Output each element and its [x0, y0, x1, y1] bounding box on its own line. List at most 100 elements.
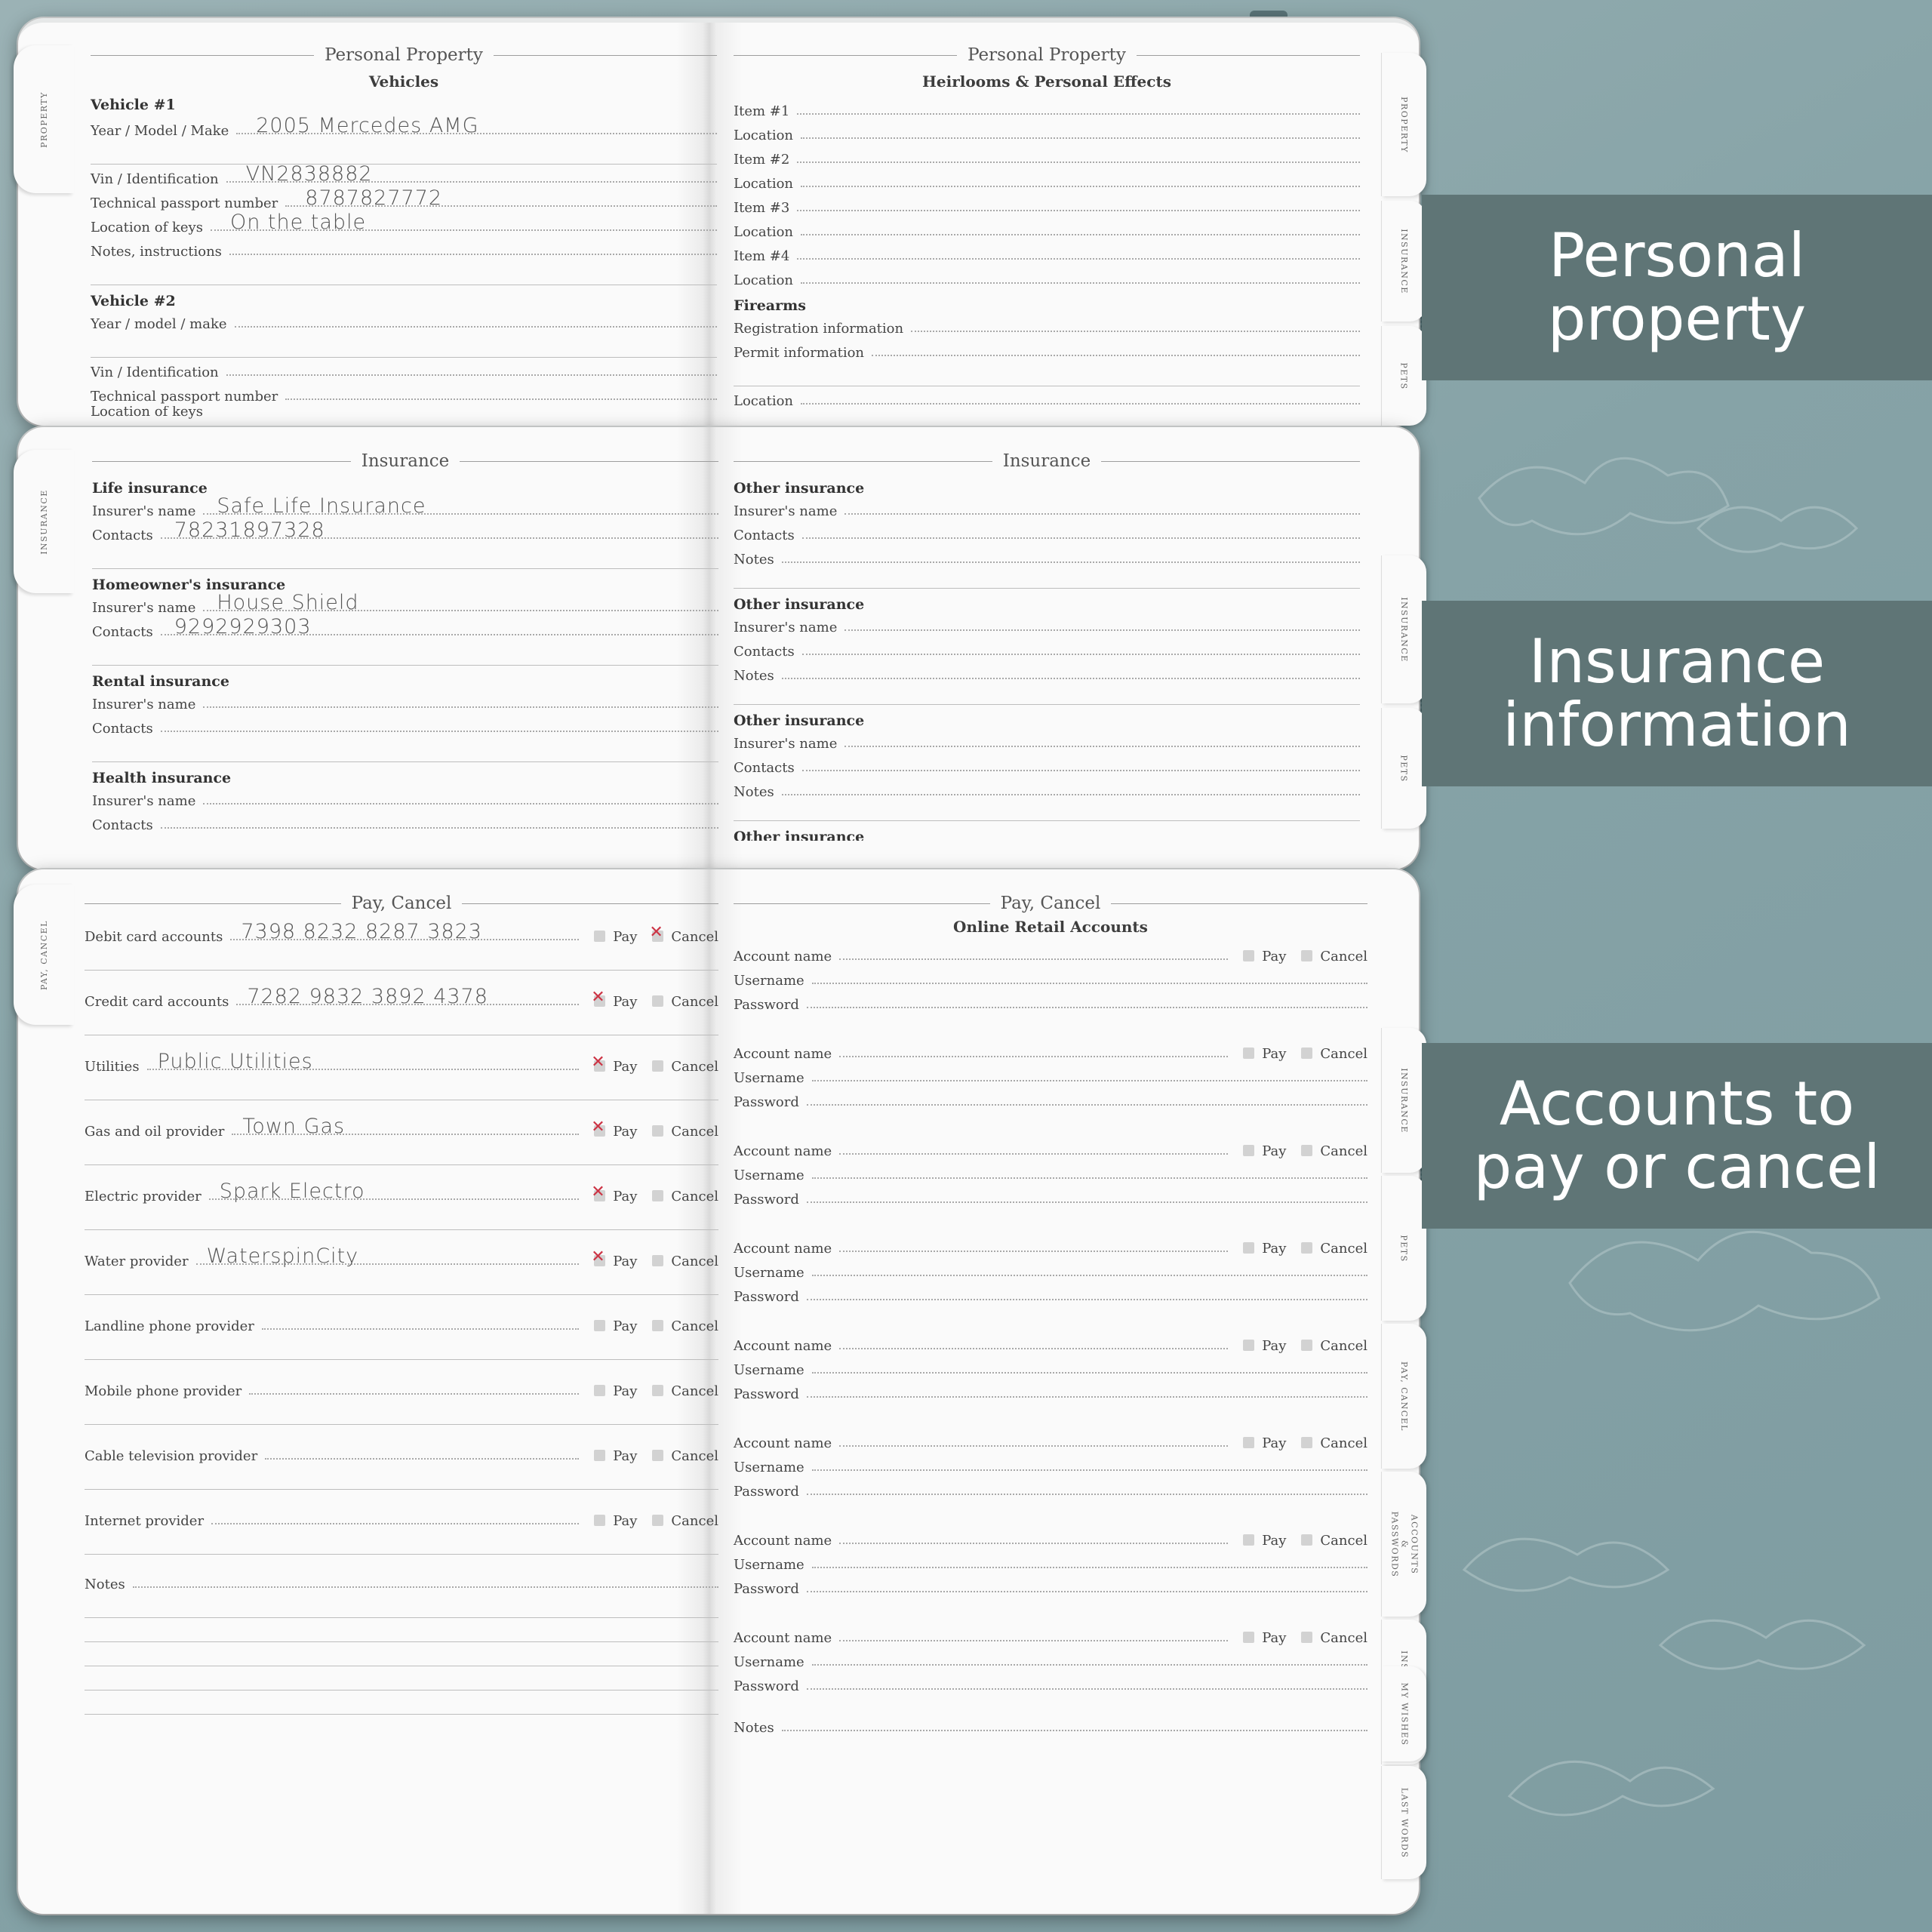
blank-line[interactable] [734, 569, 1360, 589]
cancel-checkbox[interactable] [652, 1450, 664, 1461]
tab-pets[interactable]: PETS [1381, 708, 1426, 829]
tab-my-wishes[interactable]: MY WISHES [1381, 1666, 1426, 1761]
blank-line[interactable] [91, 140, 717, 165]
account-name-field[interactable]: Account name Pay Cancel [734, 1429, 1367, 1453]
life-insurer-field[interactable]: Insurer's name Safe Life Insurance [92, 494, 718, 521]
pay-checkbox[interactable] [594, 1320, 606, 1331]
account-name-field[interactable]: Account name Pay Cancel [734, 1039, 1367, 1063]
pay-cancel-row[interactable]: Mobile phone provider Pay Cancel [85, 1377, 718, 1401]
blank-line[interactable] [734, 685, 1360, 705]
tab-pets[interactable]: PETS [1381, 326, 1426, 426]
item-2-field[interactable]: Item #2 [734, 145, 1360, 169]
vehicle-2-passport-field[interactable]: Technical passport number [91, 382, 717, 406]
password-field[interactable]: Password [734, 1672, 1367, 1696]
other-2-notes-field[interactable]: Notes [734, 661, 1360, 685]
tab-pets[interactable]: PETS [1381, 1176, 1426, 1321]
pay-cancel-row[interactable]: Water providerWaterspinCityPayCancel [85, 1244, 718, 1271]
pay-checkbox[interactable] [1243, 1242, 1255, 1254]
vehicle-2-vin-field[interactable]: Vin / Identification [91, 358, 717, 382]
cancel-checkbox[interactable] [652, 1320, 664, 1331]
other-2-insurer-field[interactable]: Insurer's name [734, 613, 1360, 637]
password-field[interactable]: Password [734, 1088, 1367, 1112]
notes-field[interactable]: Notes [734, 1713, 1367, 1737]
vehicle-2-keys-field[interactable]: Location of keys [91, 406, 717, 421]
password-field[interactable]: Password [734, 990, 1367, 1014]
pay-cancel-row[interactable]: Gas and oil providerTown GasPayCancel [85, 1115, 718, 1141]
tab-property[interactable]: PROPERTY [1381, 53, 1426, 196]
blank-line[interactable] [85, 1618, 718, 1642]
tab-accounts-passwords[interactable]: ACCOUNTS & PASSWORDS [1381, 1472, 1426, 1617]
password-field[interactable]: Password [734, 1282, 1367, 1306]
blank-line[interactable] [92, 641, 718, 666]
blank-line[interactable] [734, 801, 1360, 821]
cancel-checkbox[interactable] [1301, 1048, 1313, 1059]
account-name-field[interactable]: Account name Pay Cancel [734, 1623, 1367, 1647]
cancel-checkbox[interactable] [652, 1125, 664, 1137]
item-3-location-field[interactable]: Location [734, 217, 1360, 242]
tab-insurance[interactable]: INSURANCE [1381, 1028, 1426, 1173]
vehicle-2-year-field[interactable]: Year / model / make [91, 309, 717, 334]
cancel-checkbox[interactable] [652, 1060, 664, 1072]
username-field[interactable]: Username [734, 966, 1367, 990]
health-insurer-field[interactable]: Insurer's name [92, 786, 718, 811]
cancel-checkbox[interactable] [652, 1385, 664, 1396]
pay-checkbox[interactable] [594, 1385, 606, 1396]
cancel-checkbox[interactable] [1301, 1437, 1313, 1448]
pay-checkbox[interactable] [1243, 950, 1255, 961]
rental-contacts-field[interactable]: Contacts [92, 714, 718, 738]
username-field[interactable]: Username [734, 1355, 1367, 1380]
tab-property-left[interactable]: PROPERTY [14, 45, 74, 193]
firearms-location-field[interactable]: Location [734, 386, 1360, 411]
other-3-contacts-field[interactable]: Contacts [734, 753, 1360, 777]
account-name-field[interactable]: Account name Pay Cancel [734, 1234, 1367, 1258]
pay-checkbox[interactable] [591, 1053, 606, 1072]
blank-line[interactable] [85, 1271, 718, 1295]
blank-line[interactable] [85, 1690, 718, 1715]
cancel-checkbox[interactable] [1301, 950, 1313, 961]
vehicle-1-keys-field[interactable]: Location of keys On the table [91, 211, 717, 237]
pay-cancel-row[interactable]: Landline phone provider Pay Cancel [85, 1312, 718, 1336]
blank-line[interactable] [85, 1336, 718, 1360]
blank-line[interactable] [85, 1076, 718, 1100]
other-1-notes-field[interactable]: Notes [734, 545, 1360, 569]
item-4-field[interactable]: Item #4 [734, 242, 1360, 266]
password-field[interactable]: Password [734, 1185, 1367, 1209]
blank-line[interactable] [85, 1206, 718, 1230]
pay-cancel-row[interactable]: Cable television provider Pay Cancel [85, 1441, 718, 1466]
pay-cancel-row[interactable]: UtilitiesPublic UtilitiesPayCancel [85, 1050, 718, 1076]
blank-line[interactable] [85, 1141, 718, 1165]
blank-line[interactable] [85, 1594, 718, 1618]
cancel-checkbox[interactable] [1301, 1534, 1313, 1546]
tab-pay-cancel-left[interactable]: PAY, CANCEL [14, 884, 74, 1025]
item-2-location-field[interactable]: Location [734, 169, 1360, 193]
pay-checkbox[interactable] [1243, 1145, 1255, 1156]
pay-checkbox[interactable] [1243, 1632, 1255, 1643]
vehicle-1-passport-field[interactable]: Technical passport number 8787827772 [91, 186, 717, 213]
account-name-field[interactable]: Account name Pay Cancel [734, 1137, 1367, 1161]
blank-line[interactable] [85, 1666, 718, 1690]
blank-line[interactable] [85, 1531, 718, 1555]
account-name-field[interactable]: Account name Pay Cancel [734, 1526, 1367, 1550]
pay-checkbox[interactable] [591, 1183, 606, 1201]
username-field[interactable]: Username [734, 1063, 1367, 1088]
blank-line[interactable] [92, 545, 718, 569]
vehicle-1-notes-field[interactable]: Notes, instructions [91, 237, 717, 261]
cancel-checkbox[interactable] [1301, 1242, 1313, 1254]
pay-checkbox[interactable] [594, 931, 606, 942]
account-name-field[interactable]: Account name Pay Cancel [734, 942, 1367, 966]
tab-last-words[interactable]: LAST WORDS [1381, 1766, 1426, 1879]
cancel-checkbox[interactable] [1301, 1340, 1313, 1351]
pay-cancel-row[interactable]: Electric providerSpark ElectroPayCancel [85, 1180, 718, 1206]
cancel-checkbox[interactable] [1301, 1145, 1313, 1156]
username-field[interactable]: Username [734, 1647, 1367, 1672]
tab-insurance-left[interactable]: INSURANCE [14, 450, 74, 593]
pay-checkbox[interactable] [1243, 1534, 1255, 1546]
blank-line[interactable] [85, 1011, 718, 1035]
blank-line[interactable] [734, 362, 1360, 386]
blank-line[interactable] [91, 334, 717, 358]
life-contacts-field[interactable]: Contacts 78231897328 [92, 518, 718, 545]
item-4-location-field[interactable]: Location [734, 266, 1360, 290]
blank-line[interactable] [85, 1401, 718, 1425]
blank-line[interactable] [85, 1466, 718, 1490]
homeowner-contacts-field[interactable]: Contacts 9292929303 [92, 615, 718, 641]
